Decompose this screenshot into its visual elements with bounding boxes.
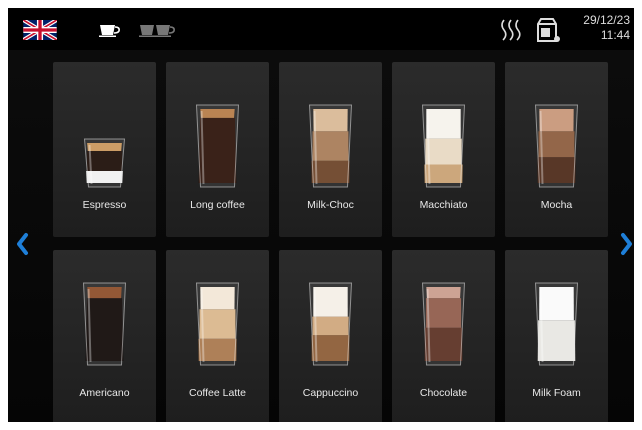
milk-container-icon (537, 18, 560, 42)
drink-label: Cappuccino (302, 387, 359, 399)
chevron-right-icon[interactable] (620, 232, 634, 256)
drink-tile-long-coffee[interactable]: Long coffee (166, 62, 269, 237)
drink-label: Milk Foam (532, 387, 581, 399)
date-label: 29/12/23 (583, 13, 630, 27)
date-time: 29/12/23 11:44 (570, 13, 630, 43)
double-cup-icon[interactable] (138, 22, 176, 38)
drink-glass-icon (190, 282, 245, 367)
drink-tile-cappuccino[interactable]: Cappuccino (279, 250, 382, 422)
drink-tile-milk-choc[interactable]: Milk-Choc (279, 62, 382, 237)
status-bar: 29/12/23 11:44 (8, 8, 634, 50)
drink-label: Americano (79, 387, 130, 399)
drink-label: Espresso (82, 199, 127, 211)
drink-tile-espresso[interactable]: Espresso (53, 62, 156, 237)
drink-label: Macchiato (419, 199, 468, 211)
drink-tile-coffee-latte[interactable]: Coffee Latte (166, 250, 269, 422)
drink-label: Mocha (540, 199, 573, 211)
drink-tile-americano[interactable]: Americano (53, 250, 156, 422)
chevron-left-icon[interactable] (15, 232, 29, 256)
drink-label: Coffee Latte (188, 387, 247, 399)
drink-tile-macchiato[interactable]: Macchiato (392, 62, 495, 237)
drink-glass-icon (303, 282, 358, 367)
drink-label: Long coffee (190, 199, 245, 211)
drink-glass-icon (416, 282, 471, 367)
drink-tile-milk-foam[interactable]: Milk Foam (505, 250, 608, 422)
drink-tile-mocha[interactable]: Mocha (505, 62, 608, 237)
drink-glass-icon (416, 104, 471, 189)
coffee-machine-screen: 29/12/23 11:44 Espresso Long coffee Milk-C… (8, 8, 634, 422)
drink-grid: Espresso Long coffee Milk-Choc Macchiato Moc… (8, 50, 634, 422)
drink-label: Milk-Choc (307, 199, 354, 211)
drink-glass-icon (190, 104, 245, 189)
drink-tile-chocolate[interactable]: Chocolate (392, 250, 495, 422)
drink-label: Chocolate (419, 387, 468, 399)
drink-glass-icon (77, 104, 132, 189)
heating-icon (501, 19, 521, 41)
drink-glass-icon (529, 104, 584, 189)
time-label: 11:44 (600, 28, 630, 42)
single-cup-icon[interactable] (98, 22, 122, 38)
drink-glass-icon (303, 104, 358, 189)
uk-flag-icon[interactable] (23, 20, 57, 40)
drink-glass-icon (77, 282, 132, 367)
drink-glass-icon (529, 282, 584, 367)
